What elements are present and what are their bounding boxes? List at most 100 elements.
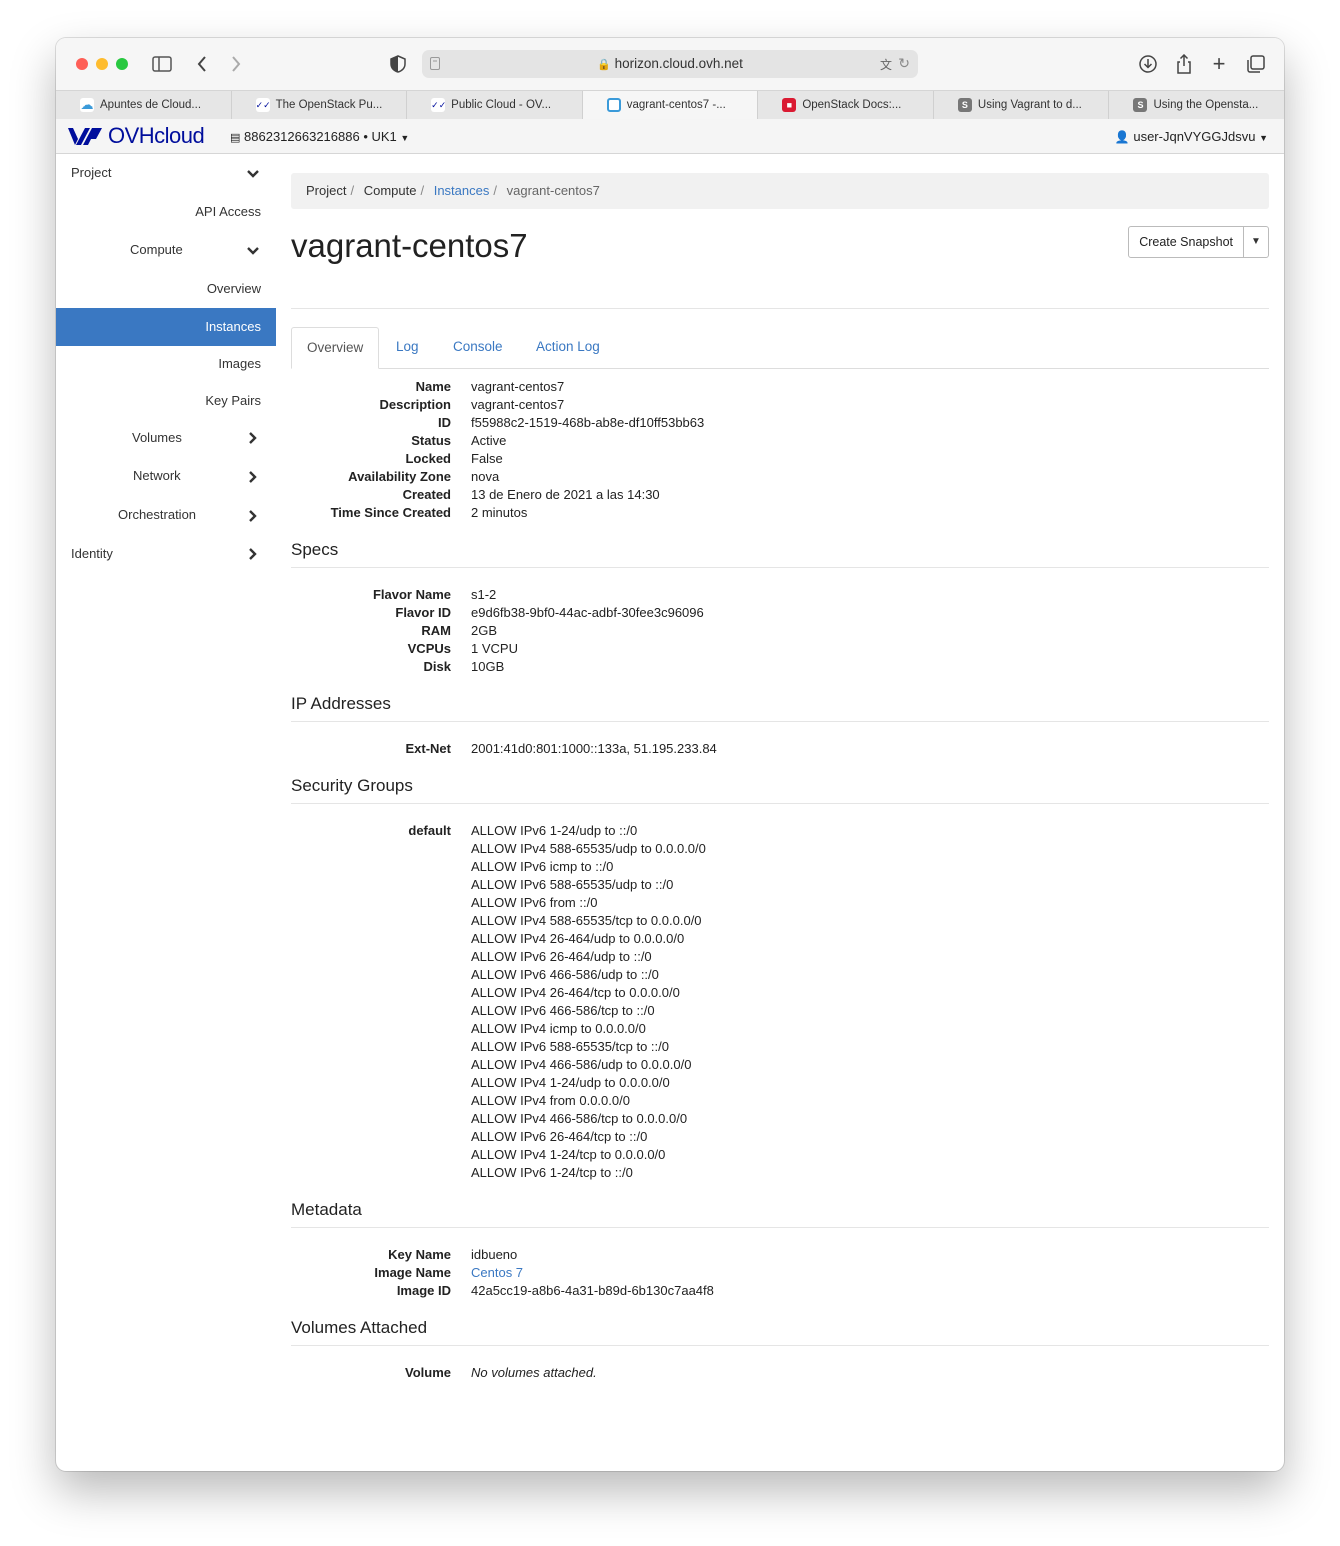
- detail-value: 42a5cc19-a8b6-4a31-b89d-6b130c7aa4f8: [471, 1283, 714, 1298]
- detail-row: Volume No volumes attached.: [291, 1364, 1269, 1382]
- detail-value: e9d6fb38-9bf0-44ac-adbf-30fee3c96096: [471, 605, 704, 620]
- metadata-heading: Metadata: [291, 1200, 362, 1219]
- detail-value: Active: [471, 433, 507, 448]
- ovh-icon: ✓✓: [431, 98, 447, 112]
- browser-tab[interactable]: ✓✓ The OpenStack Pu...: [232, 91, 408, 119]
- actions-dropdown-toggle[interactable]: ▼: [1243, 227, 1268, 257]
- sidebar-item-key-pairs[interactable]: Key Pairs: [205, 382, 261, 420]
- chevron-down-icon[interactable]: [246, 167, 260, 181]
- s-icon: S: [1133, 98, 1148, 112]
- security-rule: ALLOW IPv4 from 0.0.0.0/0: [471, 1093, 630, 1108]
- project-selector[interactable]: ▤ 8862312663216886 • UK1 ▼: [230, 129, 409, 144]
- zoom-window-button[interactable]: [116, 58, 128, 70]
- security-rule: ALLOW IPv4 1-24/tcp to 0.0.0.0/0: [471, 1147, 666, 1162]
- browser-tab-label: Apuntes de Cloud...: [100, 99, 202, 111]
- sidebar-item-identity[interactable]: Identity: [71, 535, 113, 573]
- security-rule: ALLOW IPv6 466-586/tcp to ::/0: [471, 1003, 655, 1018]
- address-bar[interactable]: 🔒 horizon.cloud.ovh.net 文 ↻: [422, 50, 918, 78]
- downloads-icon[interactable]: [1136, 52, 1160, 76]
- sidebar-item-api-access[interactable]: API Access: [195, 193, 261, 231]
- detail-row: Image ID 42a5cc19-a8b6-4a31-b89d-6b130c7a…: [291, 1282, 1269, 1300]
- user-menu[interactable]: 👤 user-JqnVYGGJdsvu ▼: [1115, 129, 1268, 144]
- breadcrumb-instances-link[interactable]: Instances: [434, 183, 490, 198]
- reload-icon[interactable]: ↻: [898, 55, 910, 72]
- security-rule: ALLOW IPv4 588-65535/udp to 0.0.0.0/0: [471, 841, 706, 856]
- security-rule: ALLOW IPv6 466-586/udp to ::/0: [471, 967, 659, 982]
- translate-icon[interactable]: 文: [880, 56, 892, 73]
- detail-row: Flavor Name s1-2: [291, 586, 1269, 604]
- tab-console[interactable]: Console: [438, 327, 518, 367]
- sidebar-item-label: Instances: [205, 319, 261, 334]
- close-window-button[interactable]: [76, 58, 88, 70]
- detail-row: RAM 2GB: [291, 622, 1269, 640]
- browser-tab-label: Using the Opensta...: [1153, 99, 1259, 111]
- browser-window: 🔒 horizon.cloud.ovh.net 文 ↻ + ☁ Apuntes …: [56, 38, 1284, 1471]
- project-icon: ▤: [230, 132, 241, 144]
- sidebar-item-network[interactable]: Network: [133, 457, 181, 495]
- chevron-down-icon[interactable]: [246, 244, 260, 258]
- browser-tab[interactable]: S Using Vagrant to d...: [934, 91, 1110, 119]
- ip-list: Ext-Net 2001:41d0:801:1000::133a, 51.195.…: [291, 740, 1269, 758]
- back-icon[interactable]: [190, 52, 214, 76]
- breadcrumb-compute: Compute: [363, 183, 417, 198]
- detail-label: Flavor ID: [395, 605, 451, 620]
- image-name-link[interactable]: Centos 7: [471, 1264, 523, 1282]
- sidebar-item-project[interactable]: Project: [71, 154, 111, 192]
- s-icon: S: [957, 98, 972, 112]
- detail-label: Ext-Net: [405, 741, 451, 756]
- sidebar-item-images[interactable]: Images: [218, 345, 261, 383]
- horizon-header: OVHcloud ▤ 8862312663216886 • UK1 ▼ 👤 us…: [56, 119, 1284, 154]
- sidebar-item-volumes[interactable]: Volumes: [132, 419, 182, 457]
- chevron-right-icon[interactable]: [246, 431, 260, 445]
- security-rule: ALLOW IPv4 icmp to 0.0.0.0/0: [471, 1021, 646, 1036]
- browser-tab-active[interactable]: vagrant-centos7 -...: [582, 91, 759, 119]
- security-rule: ALLOW IPv6 26-464/tcp to ::/0: [471, 1129, 648, 1144]
- ovhcloud-logo[interactable]: OVHcloud: [66, 123, 205, 148]
- detail-row: Ext-Net 2001:41d0:801:1000::133a, 51.195.…: [291, 740, 1269, 758]
- detail-value: 2001:41d0:801:1000::133a, 51.195.233.84: [471, 741, 717, 756]
- detail-label: ID: [438, 415, 451, 430]
- browser-tab[interactable]: ■ OpenStack Docs:...: [758, 91, 934, 119]
- browser-tab[interactable]: ✓✓ Public Cloud - OV...: [407, 91, 583, 119]
- detail-value: vagrant-centos7: [471, 379, 565, 394]
- forward-icon[interactable]: [224, 52, 248, 76]
- browser-tab[interactable]: S Using the Opensta...: [1109, 91, 1284, 119]
- sidebar-item-orchestration[interactable]: Orchestration: [118, 496, 196, 534]
- snapshot-button-group: Create Snapshot ▼: [1128, 226, 1269, 258]
- chevron-right-icon[interactable]: [246, 470, 260, 484]
- new-tab-icon[interactable]: +: [1207, 52, 1231, 76]
- security-rule: ALLOW IPv6 1-24/udp to ::/0: [471, 823, 638, 838]
- sidebar-toggle-icon[interactable]: [150, 52, 174, 76]
- tab-overview[interactable]: Overview: [291, 327, 380, 369]
- tab-action-log[interactable]: Action Log: [521, 327, 615, 367]
- chevron-right-icon[interactable]: [246, 547, 260, 561]
- detail-value: 2 minutos: [471, 505, 528, 520]
- browser-tab-label: OpenStack Docs:...: [802, 99, 902, 111]
- sidebar-item-label: Orchestration: [118, 507, 197, 522]
- detail-row: Locked False: [291, 450, 1269, 468]
- security-rule: ALLOW IPv4 588-65535/tcp to 0.0.0.0/0: [471, 913, 702, 928]
- openstack-icon: [606, 98, 621, 112]
- browser-tab-label: The OpenStack Pu...: [275, 99, 383, 111]
- privacy-shield-icon[interactable]: [386, 52, 410, 76]
- detail-row: ID f55988c2-1519-468b-ab8e-df10ff53bb63: [291, 414, 1269, 432]
- detail-row: Flavor ID e9d6fb38-9bf0-44ac-adbf-30fee3c…: [291, 604, 1269, 622]
- project-label: 8862312663216886 • UK1: [244, 129, 397, 144]
- tab-overview-icon[interactable]: [1244, 52, 1268, 76]
- create-snapshot-button[interactable]: Create Snapshot: [1129, 227, 1243, 257]
- minimize-window-button[interactable]: [96, 58, 108, 70]
- share-icon[interactable]: [1172, 52, 1196, 76]
- tab-log[interactable]: Log: [381, 327, 434, 367]
- brand-name: OVHcloud: [108, 123, 205, 148]
- browser-tab[interactable]: ☁ Apuntes de Cloud...: [56, 91, 232, 119]
- sidebar-item-compute[interactable]: Compute: [130, 231, 183, 269]
- detail-label: Image ID: [396, 1283, 451, 1298]
- detail-value: nova: [471, 469, 500, 484]
- detail-label: VCPUs: [407, 641, 451, 656]
- chevron-right-icon[interactable]: [246, 509, 260, 523]
- divider: [291, 721, 1269, 722]
- sidebar-item-instances-label[interactable]: Instances: [205, 308, 261, 346]
- sidebar-item-overview[interactable]: Overview: [207, 270, 261, 308]
- divider: [291, 803, 1269, 804]
- detail-value: vagrant-centos7: [471, 397, 565, 412]
